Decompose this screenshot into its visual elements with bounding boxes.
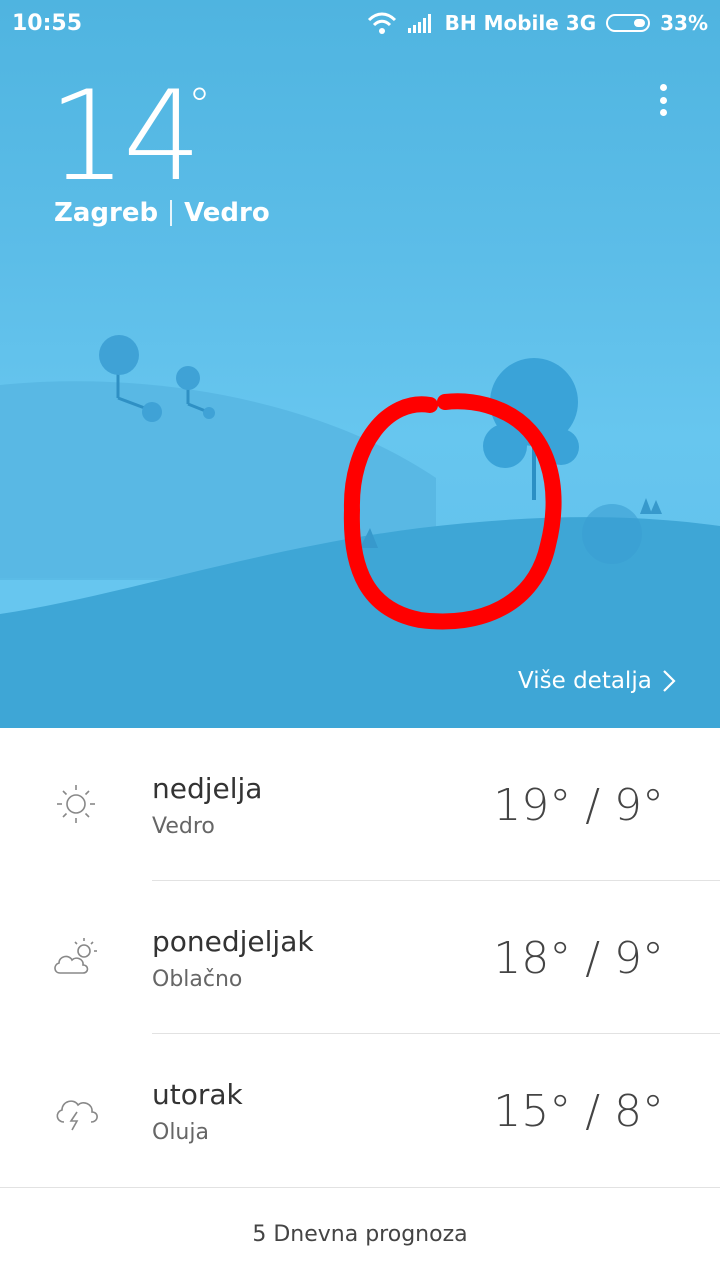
status-icons: BH Mobile 3G 33% — [367, 11, 708, 35]
forecast-temps: 15° / 8° — [493, 1086, 664, 1137]
forecast-row[interactable]: nedjelja Vedro 19° / 9° — [0, 728, 720, 881]
chevron-right-icon — [663, 670, 676, 692]
forecast-condition: Oluja — [152, 1120, 209, 1145]
overflow-menu-button[interactable] — [646, 80, 680, 120]
forecast-day: ponedjeljak — [152, 925, 314, 958]
location-condition: Zagreb Vedro — [54, 198, 270, 228]
city-name: Zagreb — [54, 198, 159, 228]
current-condition: Vedro — [184, 198, 270, 228]
current-temperature: 14 — [48, 65, 202, 209]
forecast-temps: 18° / 9° — [493, 933, 664, 984]
more-details-link[interactable]: Više detalja — [518, 668, 676, 694]
separator — [170, 200, 173, 226]
forecast-day: nedjelja — [152, 772, 263, 805]
battery-icon — [606, 14, 651, 32]
wifi-icon — [367, 12, 396, 34]
more-details-label: Više detalja — [518, 668, 652, 694]
signal-icon — [407, 14, 431, 33]
partly-cloudy-icon — [54, 938, 97, 974]
forecast-temps: 19° / 9° — [493, 780, 664, 831]
status-bar: 10:55 BH Mobile 3G 33% — [0, 0, 720, 50]
forecast-condition: Oblačno — [152, 967, 243, 992]
forecast-row[interactable]: ponedjeljak Oblačno 18° / 9° — [0, 881, 720, 1034]
footer-label: 5 Dnevna prognoza — [252, 1221, 468, 1247]
five-day-forecast-button[interactable]: 5 Dnevna prognoza — [0, 1188, 720, 1280]
forecast-day: utorak — [152, 1078, 243, 1111]
battery-percent: 33% — [660, 11, 708, 35]
battery-level — [634, 19, 646, 27]
forecast-row[interactable]: utorak Oluja 15° / 8° — [0, 1034, 720, 1187]
menu-dot — [659, 96, 667, 104]
thunderstorm-icon — [56, 1100, 98, 1131]
degree-symbol: ° — [188, 78, 211, 132]
menu-dot — [659, 84, 667, 91]
weather-hero: 10:55 BH Mobile 3G 33% 14 ° Zagreb Vedro — [0, 0, 720, 728]
forecast-condition: Vedro — [152, 814, 215, 839]
status-time: 10:55 — [12, 11, 83, 36]
menu-dot — [659, 109, 667, 116]
forecast-list: nedjelja Vedro 19° / 9° ponedjeljak Obla… — [0, 728, 720, 1187]
carrier-name: BH Mobile 3G — [444, 11, 597, 35]
sun-icon — [57, 785, 95, 823]
